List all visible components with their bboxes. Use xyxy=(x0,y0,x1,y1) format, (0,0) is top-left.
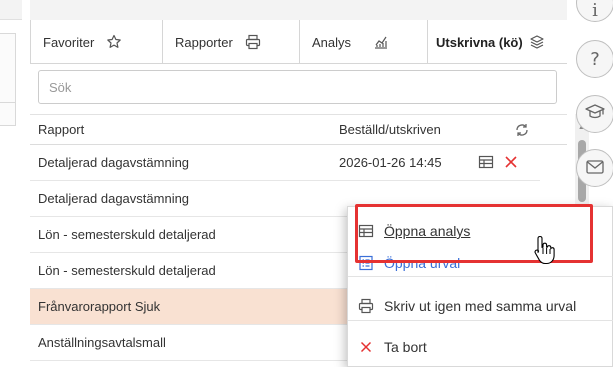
search-input[interactable] xyxy=(38,70,557,104)
chart-icon xyxy=(373,34,389,50)
messages-button[interactable] xyxy=(576,149,613,187)
report-name: Anställningsavtalsmall xyxy=(38,335,166,350)
row-actions xyxy=(478,154,518,173)
menu-item-reprint[interactable]: Skriv ut igen med samma urval xyxy=(348,291,613,321)
column-header-rapport[interactable]: Rapport xyxy=(38,115,84,145)
report-name: Frånvarorapport Sjuk xyxy=(38,299,161,314)
star-icon xyxy=(106,34,122,50)
delete-icon[interactable] xyxy=(504,155,518,172)
printer-icon xyxy=(245,34,261,50)
tab-label: Utskrivna (kö) xyxy=(436,34,523,50)
tab-label: Analys xyxy=(312,34,352,50)
tab-label: Favoriter xyxy=(43,34,95,50)
tab-favoriter[interactable]: Favoriter xyxy=(30,20,163,64)
graduation-cap-icon xyxy=(585,103,605,126)
tab-label: Rapporter xyxy=(175,34,233,50)
table-header: Rapport Beställd/utskriven xyxy=(30,114,567,145)
menu-item-label: Ta bort xyxy=(384,339,427,355)
left-panel-edge xyxy=(0,33,16,103)
tab-utskrivna[interactable]: Utskrivna (kö) xyxy=(428,20,567,64)
learning-button[interactable] xyxy=(576,95,613,133)
report-name: Detaljerad dagavstämning xyxy=(38,191,190,206)
left-panel-edge-lower xyxy=(0,103,16,126)
report-date: 2026-01-26 14:45 xyxy=(339,155,442,170)
info-icon: i xyxy=(592,0,598,21)
close-icon xyxy=(348,341,384,353)
left-gutter-header xyxy=(0,0,22,20)
hand-cursor-icon xyxy=(534,234,556,266)
menu-item-label: Skriv ut igen med samma urval xyxy=(384,298,577,314)
tab-rapporter[interactable]: Rapporter xyxy=(163,20,300,64)
printer-icon xyxy=(348,298,384,314)
open-analysis-icon[interactable] xyxy=(478,154,494,173)
help-button[interactable]: ? xyxy=(576,40,613,78)
refresh-icon[interactable] xyxy=(514,122,530,138)
mail-icon xyxy=(586,158,604,179)
menu-divider xyxy=(348,320,613,321)
report-name: Detaljerad dagavstämning xyxy=(38,155,190,170)
report-name: Lön - semesterskuld detaljerad xyxy=(38,227,216,242)
table-row[interactable]: Detaljerad dagavstämning 2026-01-26 14:4… xyxy=(30,145,540,181)
tab-bar: Favoriter Rapporter Analys Utskrivna (kö… xyxy=(30,20,567,64)
column-header-bestalld[interactable]: Beställd/utskriven xyxy=(339,115,441,145)
report-name: Lön - semesterskuld detaljerad xyxy=(38,263,216,278)
info-button[interactable]: i xyxy=(576,0,613,22)
menu-item-delete[interactable]: Ta bort xyxy=(348,332,613,362)
help-icon: ? xyxy=(590,48,600,70)
highlight-box xyxy=(355,204,593,263)
panel-top-strip xyxy=(30,0,567,20)
left-gutter xyxy=(0,0,22,367)
menu-divider xyxy=(348,276,613,277)
tab-analys[interactable]: Analys xyxy=(300,20,428,64)
stack-icon xyxy=(529,34,545,50)
